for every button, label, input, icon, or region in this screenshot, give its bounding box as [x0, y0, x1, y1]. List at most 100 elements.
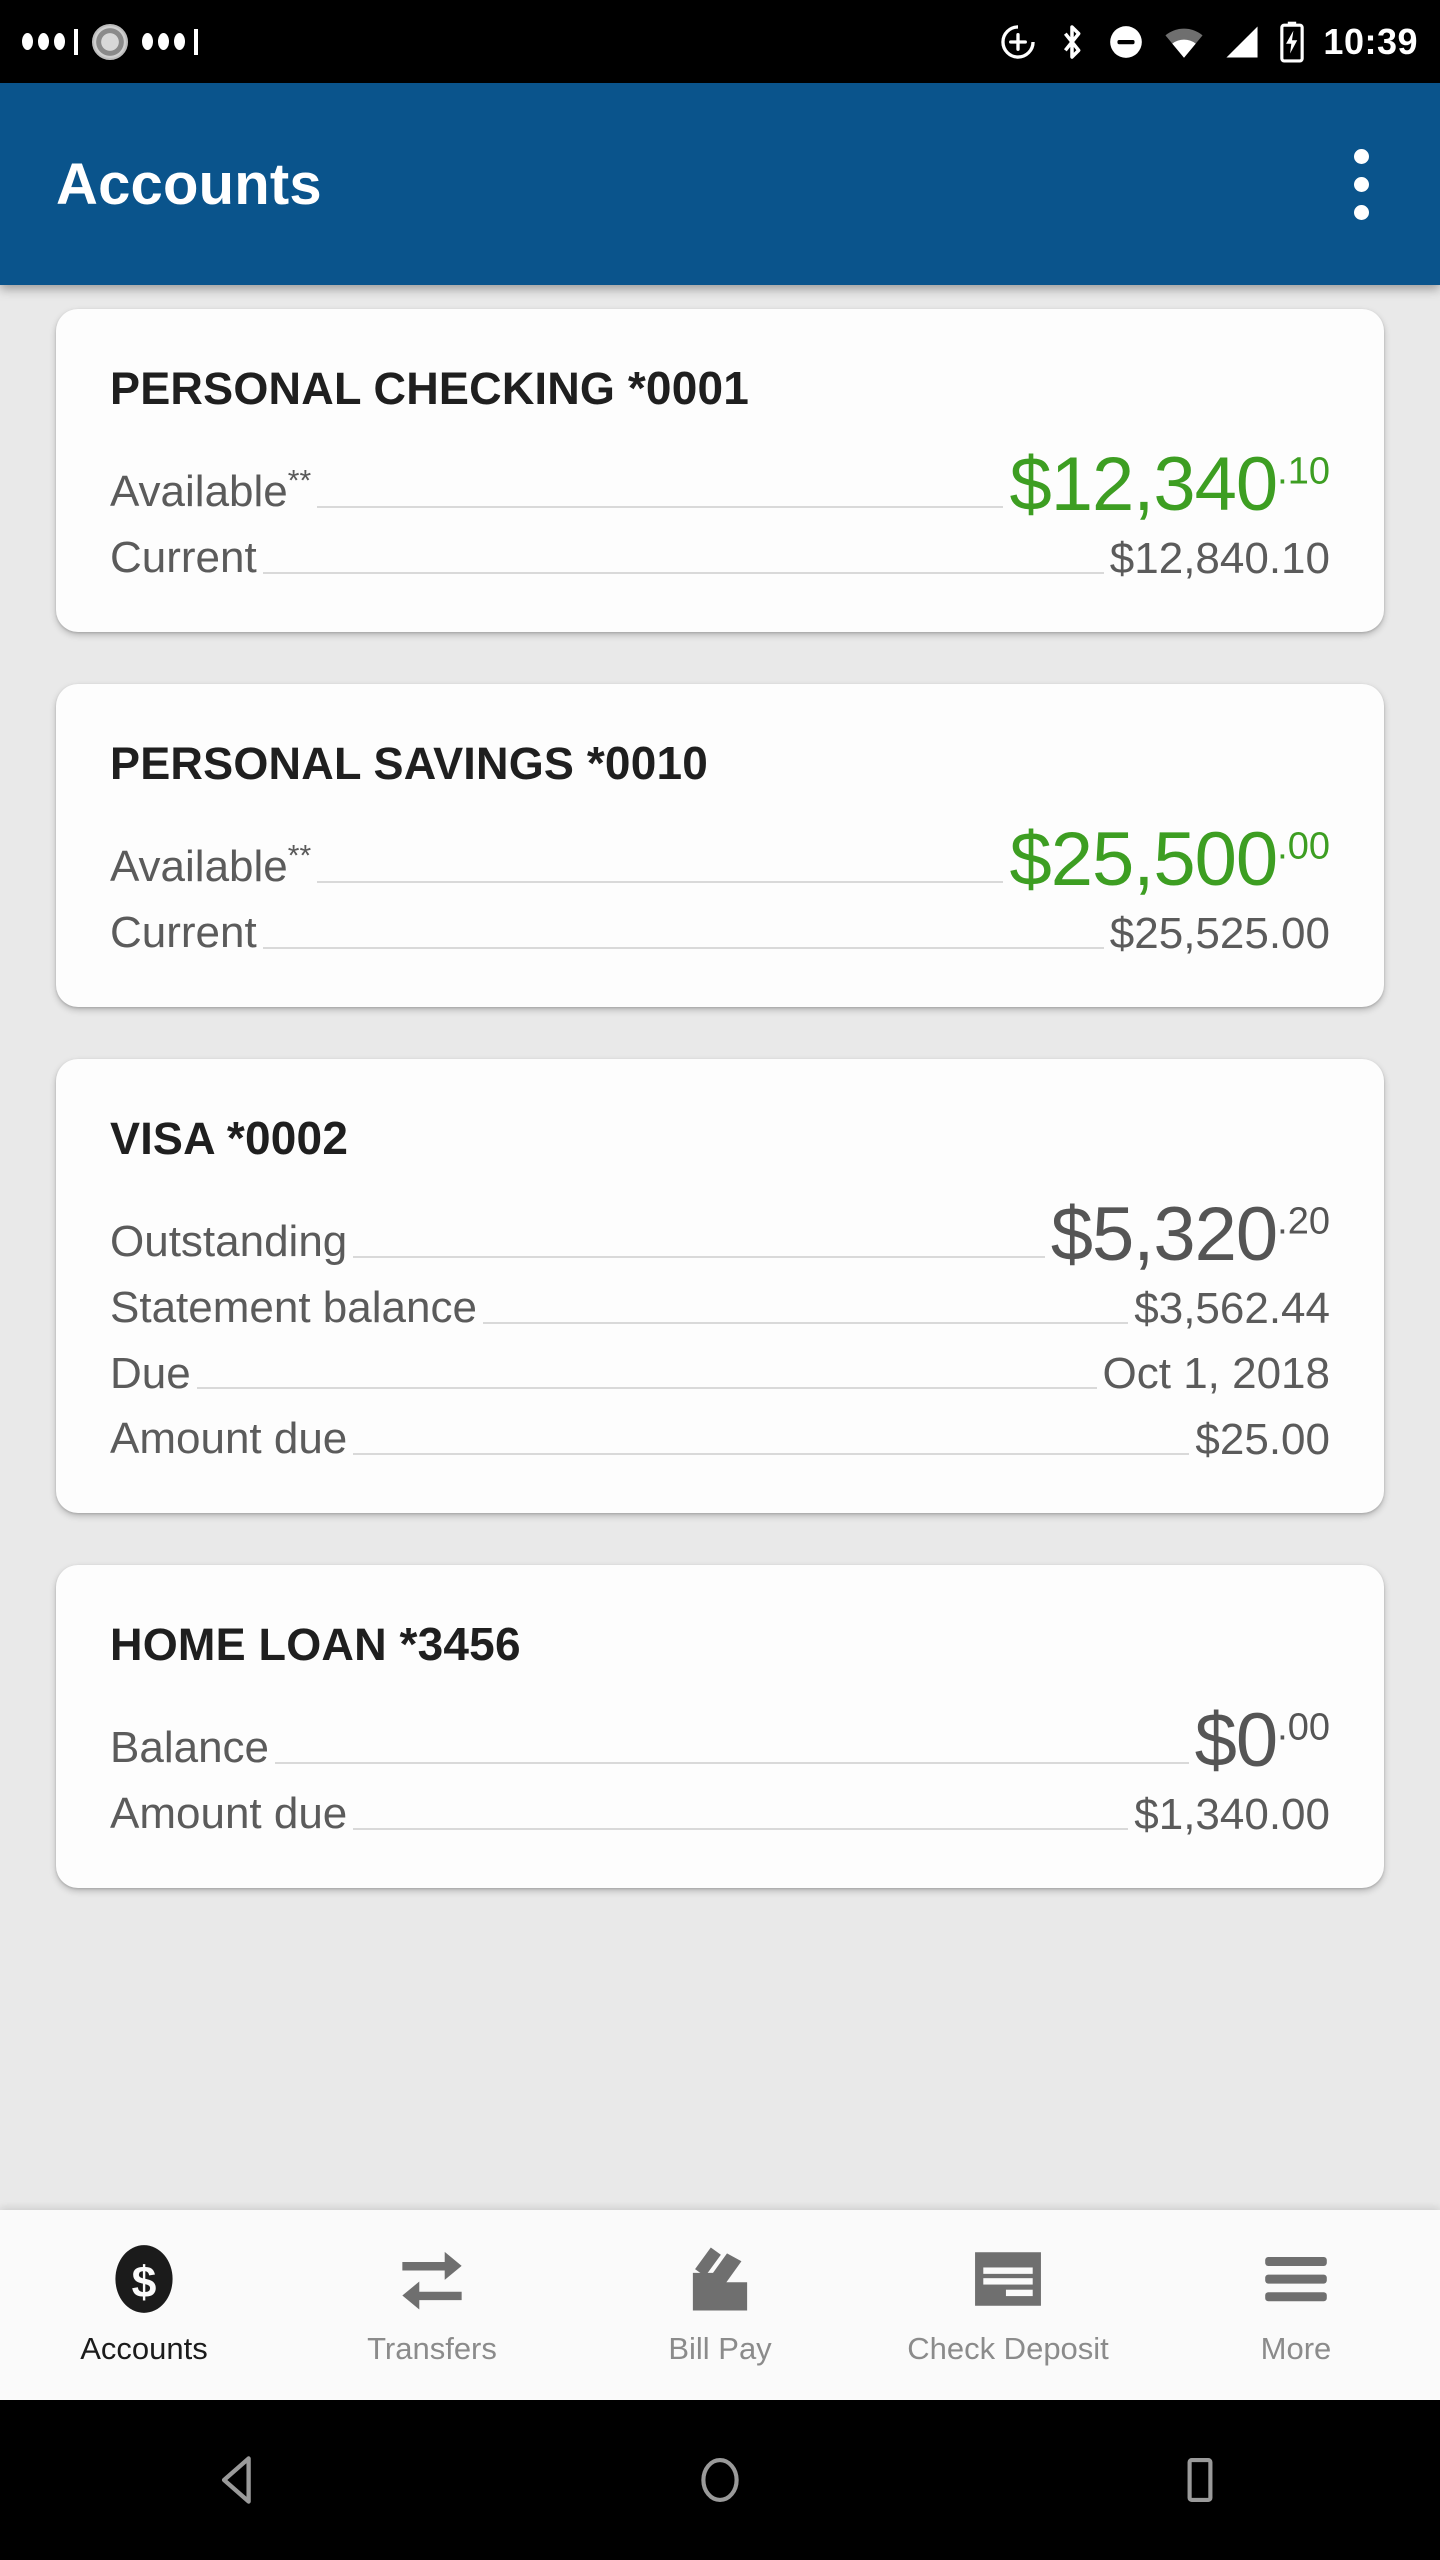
leader-line: [262, 571, 1104, 574]
hero-label: Balance: [110, 1722, 269, 1778]
account-hero-row: Available** $12,340.10: [110, 447, 1330, 523]
tab-label: More: [1260, 2331, 1332, 2366]
tab-label: Accounts: [80, 2331, 208, 2366]
footnote-marker: **: [287, 839, 312, 873]
hero-label: Available**: [110, 466, 311, 522]
overflow-menu-button[interactable]: [1322, 129, 1400, 239]
hero-amount-whole: $5,320: [1050, 1191, 1278, 1277]
detail-value: Oct 1, 2018: [1102, 1349, 1330, 1399]
hero-amount-cents: .10: [1277, 450, 1330, 493]
status-bar-clock: 10:39: [1323, 20, 1418, 62]
detail-label: Current: [110, 907, 257, 957]
hero-amount-cents: .20: [1277, 1200, 1330, 1243]
account-card[interactable]: PERSONAL SAVINGS *0010 Available** $25,500…: [56, 683, 1384, 1007]
account-detail-row: Amount due $25.00: [110, 1413, 1330, 1469]
account-hero-row: Balance $0.00: [110, 1703, 1330, 1779]
back-triangle-icon[interactable]: [180, 2420, 300, 2540]
hero-amount-whole: $12,340: [1009, 442, 1278, 527]
account-mask: *0001: [627, 362, 750, 414]
notification-dots-icon: [142, 28, 198, 55]
tab-label: Check Deposit: [907, 2331, 1109, 2366]
account-title: PERSONAL CHECKING *0001: [110, 361, 1330, 415]
account-title: PERSONAL SAVINGS *0010: [110, 736, 1330, 790]
tab-label: Transfers: [367, 2331, 497, 2366]
account-card[interactable]: HOME LOAN *3456 Balance $0.00 Amount due $1,…: [56, 1565, 1384, 1889]
hero-amount: $0.00: [1195, 1703, 1330, 1779]
svg-text:$: $: [132, 2258, 157, 2307]
detail-label: Current: [110, 532, 257, 582]
hero-label-text: Outstanding: [110, 1216, 348, 1266]
status-bar-left-icons: [22, 23, 198, 60]
recents-square-icon[interactable]: [1140, 2420, 1260, 2540]
account-name: PERSONAL SAVINGS: [110, 737, 575, 789]
status-bar-right-icons: 10:39: [999, 21, 1418, 63]
home-circle-icon[interactable]: [660, 2420, 780, 2540]
account-detail-row: Current $12,840.10: [110, 532, 1330, 588]
account-detail-row: Due Oct 1, 2018: [110, 1348, 1330, 1404]
hero-label-text: Available: [110, 841, 288, 891]
tab-bill-pay[interactable]: Bill Pay: [576, 2210, 864, 2400]
accounts-list: PERSONAL CHECKING *0001 Available** $12,34…: [0, 309, 1440, 1889]
hero-amount: $12,340.10: [1009, 447, 1330, 523]
check-icon: [973, 2243, 1043, 2315]
detail-value: $25.00: [1195, 1415, 1330, 1465]
cellular-signal-icon: [1226, 25, 1258, 58]
detail-value: $3,562.44: [1134, 1283, 1330, 1333]
account-mask: *0010: [586, 736, 709, 789]
android-navigation-bar: [0, 2400, 1440, 2560]
status-bar: 10:39: [0, 0, 1440, 83]
battery-charging-icon: [1280, 21, 1305, 62]
tab-transfers[interactable]: Transfers: [288, 2210, 576, 2400]
hero-label-text: Balance: [110, 1723, 270, 1773]
account-card[interactable]: VISA *0002 Outstanding $5,320.20 Statement …: [56, 1058, 1384, 1514]
notification-dots-icon: [22, 28, 78, 55]
account-detail-row: Amount due $1,340.00: [110, 1788, 1330, 1844]
hero-amount-cents: .00: [1277, 1707, 1330, 1750]
account-title: HOME LOAN *3456: [110, 1617, 1330, 1671]
detail-value: $1,340.00: [1134, 1790, 1330, 1840]
account-detail-row: Current $25,525.00: [110, 907, 1330, 963]
bluetooth-icon: [1064, 24, 1081, 59]
leader-line: [196, 1387, 1097, 1390]
account-name: PERSONAL CHECKING: [110, 363, 616, 414]
wifi-icon: [1165, 28, 1203, 58]
leader-line: [353, 1453, 1190, 1456]
account-mask: *0002: [226, 1111, 349, 1164]
tab-check-deposit[interactable]: Check Deposit: [864, 2210, 1152, 2400]
hero-label: Available**: [110, 841, 311, 897]
detail-label: Statement balance: [110, 1282, 477, 1332]
do-not-disturb-icon: [1110, 25, 1143, 58]
leader-line: [262, 946, 1104, 949]
hero-amount-cents: .00: [1277, 825, 1330, 868]
sync-gear-icon: [92, 23, 128, 60]
dollar-coin-icon: $: [111, 2243, 177, 2315]
phone-screen: 10:39 Accounts PERSONAL CHECKING *0001 Av…: [0, 0, 1440, 2560]
location-add-icon: [1001, 24, 1036, 59]
leader-line: [353, 1255, 1045, 1258]
leader-line: [275, 1762, 1189, 1765]
hero-amount: $5,320.20: [1051, 1196, 1330, 1272]
account-title: VISA *0002: [110, 1111, 1330, 1165]
account-card[interactable]: PERSONAL CHECKING *0001 Available** $12,34…: [56, 309, 1384, 632]
account-mask: *3456: [399, 1618, 521, 1671]
detail-label: Amount due: [110, 1414, 348, 1464]
detail-label: Amount due: [110, 1789, 348, 1839]
account-hero-row: Outstanding $5,320.20: [110, 1196, 1330, 1272]
bill-tray-icon: [685, 2243, 755, 2315]
account-name: VISA: [110, 1112, 215, 1164]
account-name: HOME LOAN: [110, 1619, 387, 1671]
leader-line: [353, 1828, 1129, 1831]
detail-value: $25,525.00: [1109, 908, 1330, 958]
leader-line: [317, 505, 1004, 508]
hero-amount: $25,500.00: [1009, 821, 1330, 897]
hero-label-text: Available: [110, 467, 288, 517]
tab-more[interactable]: More: [1152, 2210, 1440, 2400]
tab-accounts[interactable]: $ Accounts: [0, 2210, 288, 2400]
page-title: Accounts: [56, 151, 322, 217]
leader-line: [317, 880, 1004, 883]
hamburger-menu-icon: [1263, 2243, 1329, 2315]
detail-label: Due: [110, 1348, 191, 1398]
hero-label: Outstanding: [110, 1216, 347, 1272]
accounts-scroll-area[interactable]: PERSONAL CHECKING *0001 Available** $12,34…: [0, 285, 1440, 2210]
hero-amount-whole: $25,500: [1009, 816, 1278, 902]
